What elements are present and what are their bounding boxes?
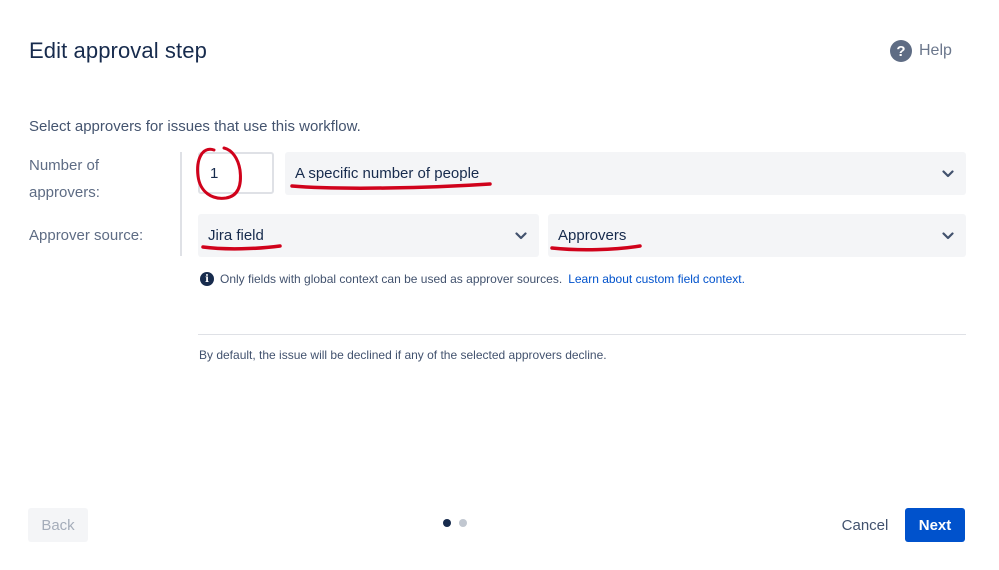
back-button[interactable]: Back: [28, 508, 88, 542]
approver-count-mode-select[interactable]: A specific number of people: [285, 152, 966, 195]
select-value: Jira field: [208, 227, 264, 244]
label-line: Number of: [29, 157, 100, 174]
info-text: Only fields with global context can be u…: [220, 272, 563, 286]
chevron-down-icon: [513, 228, 529, 244]
approver-source-label: Approver source:: [29, 227, 144, 244]
help-label: Help: [919, 42, 952, 59]
info-circle-icon: i: [200, 272, 214, 286]
section-divider: [198, 334, 966, 335]
question-circle-icon: ?: [890, 40, 912, 62]
form-divider: [180, 152, 182, 256]
help-link[interactable]: ? Help: [890, 40, 952, 62]
approver-source-type-select[interactable]: Jira field: [198, 214, 539, 257]
number-of-approvers-label: Number of approvers:: [29, 152, 100, 206]
label-line: approvers:: [29, 184, 100, 201]
number-of-approvers-input[interactable]: 1: [198, 152, 274, 194]
next-button[interactable]: Next: [905, 508, 965, 542]
chevron-down-icon: [940, 228, 956, 244]
info-message: i Only fields with global context can be…: [200, 272, 745, 286]
step-indicator: [443, 519, 467, 527]
select-value: A specific number of people: [295, 165, 480, 182]
step-dot-active: [443, 519, 451, 527]
step-dot-inactive: [459, 519, 467, 527]
select-value: Approvers: [558, 227, 627, 244]
decline-note: By default, the issue will be declined i…: [199, 348, 607, 362]
approver-field-select[interactable]: Approvers: [548, 214, 966, 257]
custom-field-context-link[interactable]: Learn about custom field context.: [568, 272, 745, 286]
intro-text: Select approvers for issues that use thi…: [29, 118, 361, 135]
chevron-down-icon: [940, 166, 956, 182]
cancel-button[interactable]: Cancel: [834, 508, 896, 542]
page-title: Edit approval step: [29, 38, 207, 63]
